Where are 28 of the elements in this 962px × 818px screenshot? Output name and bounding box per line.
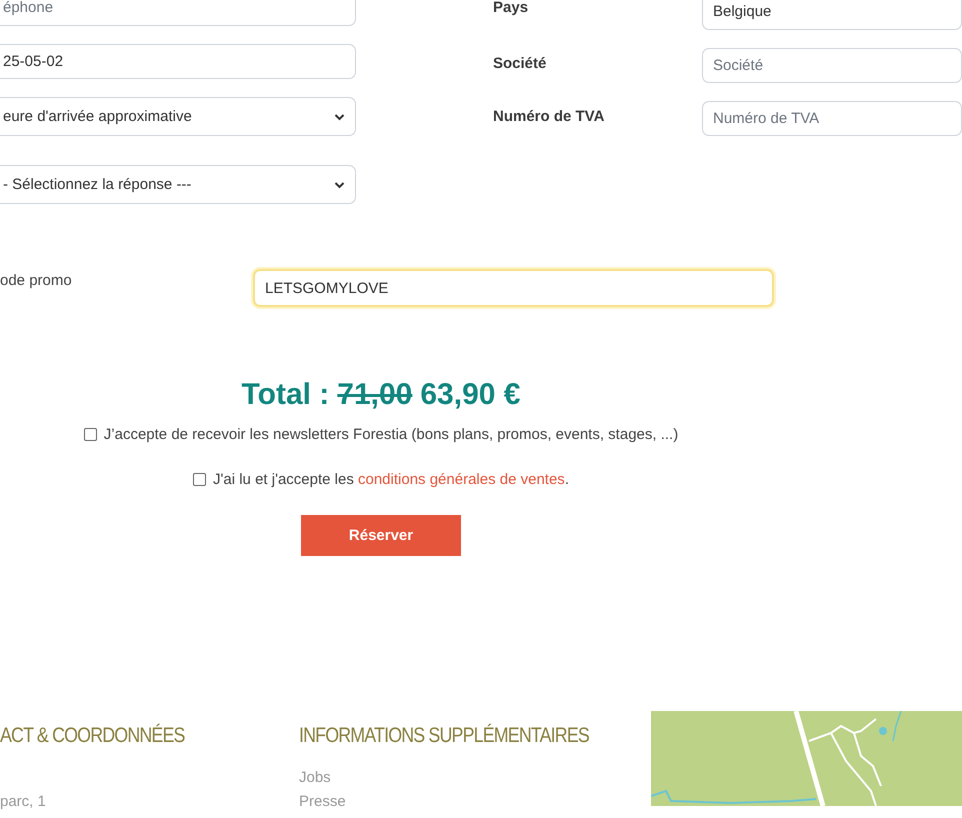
checkbox[interactable]: [84, 428, 97, 441]
select-field[interactable]: - Sélectionnez la réponse ---: [0, 165, 356, 204]
input-field[interactable]: LETSGOMYLOVE: [253, 269, 774, 307]
footer-link[interactable]: Jobs: [299, 766, 651, 790]
terms-link[interactable]: conditions générales de ventes: [358, 471, 565, 488]
footer-link[interactable]: Presse: [299, 790, 651, 814]
footer-heading: ACT & COORDONNÉES: [0, 724, 186, 748]
chevron-down-icon: [334, 112, 345, 120]
field-label: Société: [493, 54, 548, 72]
chevron-down-icon: [334, 180, 345, 188]
total-price: 63,90 €: [420, 378, 520, 412]
input-field[interactable]: Numéro de TVA: [702, 101, 962, 136]
checkbox[interactable]: [193, 473, 206, 486]
total-label: Total :: [242, 378, 330, 412]
input-field[interactable]: 25-05-02: [0, 44, 356, 79]
reserve-button[interactable]: Réserver: [301, 515, 461, 556]
input-field[interactable]: éphone: [0, 0, 356, 26]
consent-text: J'ai lu et j'accepte les conditions générales de ventes.: [213, 471, 569, 488]
old-price: 71,00: [337, 378, 412, 412]
consent-text: J’accepte de recevoir les newsletters Forestia (bons plans, promos, events, stages, ...): [104, 426, 678, 443]
input-field[interactable]: Belgique: [702, 0, 962, 30]
input-field[interactable]: Société: [702, 48, 962, 83]
select-field[interactable]: eure d'arrivée approximative: [0, 97, 356, 136]
field-label: Pays: [493, 0, 530, 16]
promo-label: ode promo: [0, 271, 73, 289]
field-label: Numéro de TVA: [493, 107, 606, 125]
address-text: parc, 1: [0, 792, 47, 812]
footer-heading: INFORMATIONS SUPPLÉMENTAIRES: [299, 724, 590, 748]
